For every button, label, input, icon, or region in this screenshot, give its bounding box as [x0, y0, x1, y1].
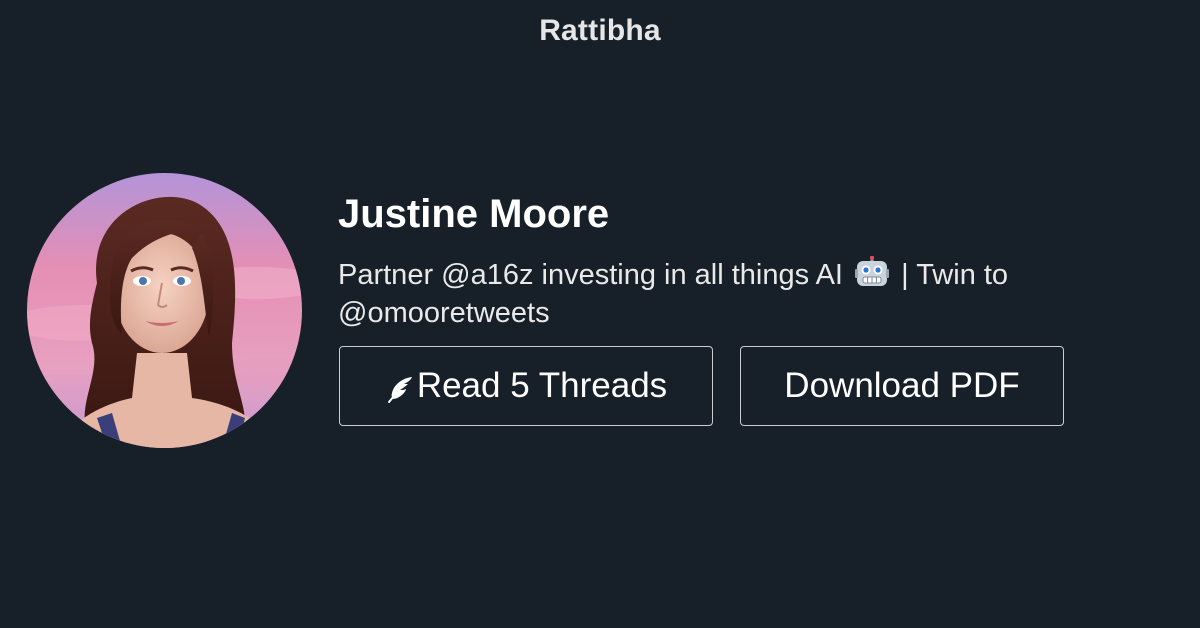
- feather-icon: [387, 377, 412, 403]
- read-threads-label: Read 5 Threads: [416, 366, 668, 405]
- profile-bio: Partner @a16z investing in all things AI…: [338, 256, 1098, 332]
- profile-info: Justine Moore Partner @a16z investing in…: [338, 190, 1138, 332]
- read-threads-button[interactable]: Read 5 Threads: [339, 346, 713, 426]
- avatar-illustration: [27, 173, 302, 448]
- brand-title: Rattibha: [539, 14, 661, 47]
- avatar: [27, 173, 302, 448]
- share-card: Rattibha Justine Moore Partner @a16z inv…: [0, 0, 1200, 628]
- download-pdf-label: Download PDF: [784, 366, 1020, 405]
- bio-text-start: Partner @a16z investing in all things AI: [338, 259, 843, 291]
- download-pdf-button[interactable]: Download PDF: [740, 346, 1064, 426]
- profile-name: Justine Moore: [338, 192, 610, 236]
- robot-face-icon: [855, 256, 890, 286]
